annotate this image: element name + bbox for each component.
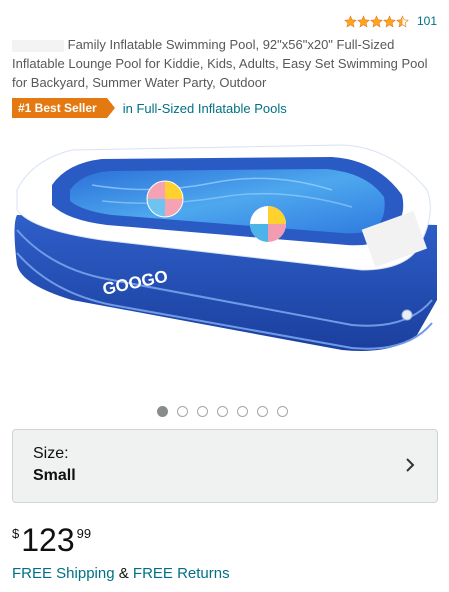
size-label: Size: [33,445,69,462]
price-currency: $ [12,526,20,541]
gallery-dot[interactable] [197,406,208,417]
star-full-icon [344,14,357,27]
star-full-icon [357,14,370,27]
price-fraction: 99 [76,526,92,541]
star-half-icon [396,14,409,27]
price: $ 123 99 [12,522,91,558]
shipping-info: FREE Shipping & FREE Returns [12,565,230,582]
gallery-dot[interactable] [217,406,228,417]
size-value: Small [33,467,76,484]
gallery-dot[interactable] [237,406,248,417]
star-full-icon [370,14,383,27]
size-selector[interactable]: Size: Small [12,429,438,503]
rating-count-link[interactable]: 101 [417,14,437,28]
product-title[interactable]: Family Inflatable Swimming Pool, 92"x56"… [12,35,432,92]
best-seller-row[interactable]: #1 Best Seller in Full-Sized Inflatable … [12,98,287,118]
rating-row[interactable]: 101 [344,14,437,28]
best-seller-category-link[interactable]: in Full-Sized Inflatable Pools [123,101,287,116]
image-gallery-dots[interactable] [157,406,288,417]
free-returns-link[interactable]: FREE Returns [133,565,230,582]
chevron-right-icon [406,458,415,472]
gallery-dot[interactable] [257,406,268,417]
gallery-dot[interactable] [277,406,288,417]
star-full-icon [383,14,396,27]
star-rating [344,14,409,28]
gallery-dot[interactable] [177,406,188,417]
price-whole: 123 [21,522,75,558]
gallery-dot[interactable] [157,406,168,417]
product-title-text[interactable]: Family Inflatable Swimming Pool, 92"x56"… [12,37,428,90]
brand-name-redacted [12,39,64,52]
shipping-ampersand: & [118,565,129,582]
free-shipping-link[interactable]: FREE Shipping [12,565,115,582]
product-image[interactable]: GOOGO [12,135,437,395]
best-seller-badge[interactable]: #1 Best Seller [12,98,115,118]
